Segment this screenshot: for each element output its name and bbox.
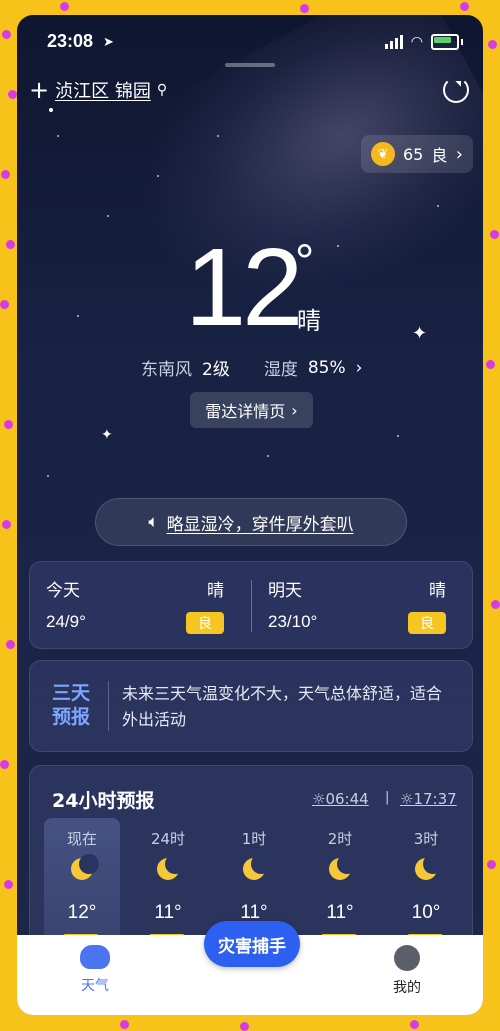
chevron-right-icon: › — [291, 400, 298, 420]
hour-label: 3时 — [413, 830, 439, 848]
day-condition: 晴 — [207, 581, 224, 601]
sparkle-icon: ✦ — [101, 427, 113, 443]
refresh-icon[interactable] — [443, 77, 469, 103]
aqi-badge: 良 — [186, 612, 224, 634]
radar-detail-label: 雷达详情页 — [205, 402, 286, 421]
hour-label: 24时 — [150, 830, 186, 848]
location-name[interactable]: 浈江区 锦园 — [55, 77, 151, 103]
hour-temp: 10° — [411, 902, 441, 923]
three-day-tag: 三天预报 — [52, 682, 91, 728]
location-pin-icon: ⚲ — [156, 82, 168, 98]
add-city-icon[interactable]: + — [29, 78, 49, 102]
speaker-icon: 🔈︎ — [148, 512, 159, 532]
tab-weather[interactable]: 天气 — [55, 945, 135, 995]
current-condition: 晴 — [297, 307, 321, 335]
weather-tip-text: 略显湿冷，穿件厚外套叭 — [166, 514, 354, 535]
avatar-icon — [394, 945, 420, 971]
tab-mine[interactable]: 我的 — [367, 945, 447, 997]
day-condition: 晴 — [429, 581, 446, 601]
hour-temp: 12° — [67, 902, 97, 923]
day-label: 今天 — [46, 581, 80, 601]
aqi-button[interactable]: ❦ 65 良 › — [361, 135, 473, 173]
battery-tip — [461, 38, 463, 45]
aqi-value: 65 — [403, 144, 424, 164]
bottom-tab-bar: 天气 灾害捕手 我的 — [17, 921, 483, 1015]
tab-weather-label: 天气 — [81, 978, 109, 994]
status-time: 23:08 — [47, 31, 94, 51]
day-temp-range: 23/10° — [268, 612, 318, 631]
drag-handle[interactable] — [225, 63, 275, 67]
tab-mine-label: 我的 — [393, 980, 421, 996]
aqi-badge: 良 — [408, 612, 446, 634]
hour-temp: 11° — [326, 902, 354, 923]
sunrise-time: ☼06:44 — [312, 790, 369, 808]
today-tomorrow-card[interactable]: 今天 晴 24/9° 良 明天 晴 23/10° 良 — [29, 561, 473, 649]
moon-icon — [71, 854, 99, 880]
wifi-icon: ◠ — [410, 33, 423, 49]
location-arrow-icon: ➤ — [103, 34, 114, 49]
humidity-value: 85% — [307, 357, 346, 378]
location-selector[interactable]: + 浈江区 锦园 ⚲ — [29, 77, 167, 103]
today-forecast[interactable]: 今天 晴 24/9° 良 — [30, 562, 240, 650]
sunset-value: 17:37 — [413, 790, 457, 808]
page-indicator-dot — [49, 108, 53, 112]
moon-icon — [415, 854, 443, 880]
three-day-description: 未来三天气温变化不大，天气总体舒适，适合外出活动 — [122, 684, 443, 729]
sunset-time: ☼17:37 — [400, 790, 457, 808]
wind-humidity-row[interactable]: 东南风 2级 湿度 85% › — [141, 355, 363, 381]
status-bar: 23:08 ➤ ◠ — [47, 31, 463, 53]
current-temperature: 12 — [185, 226, 303, 349]
tomorrow-forecast[interactable]: 明天 晴 23/10° 良 — [252, 562, 462, 650]
wind-label: 东南风 — [141, 360, 192, 380]
radar-detail-button[interactable]: 雷达详情页 › — [190, 392, 313, 428]
divider — [108, 681, 109, 731]
degree-symbol: ° — [295, 236, 315, 289]
wind-value: 2级 — [202, 360, 230, 380]
moon-icon — [329, 854, 357, 880]
chevron-right-icon: › — [455, 143, 463, 165]
sunrise-value: 06:44 — [325, 790, 369, 808]
hour-label: 2时 — [327, 830, 353, 848]
battery-icon — [431, 33, 459, 50]
weather-cloud-icon — [80, 945, 110, 969]
humidity-label: 湿度 — [263, 360, 298, 380]
weather-app-screen: ✦ ✦ 23:08 ➤ ◠ + 浈江区 锦园 ⚲ ❦ 65 良 › 12 ° 晴… — [17, 15, 483, 1015]
hour-temp: 11° — [154, 902, 182, 923]
day-temp-range: 24/9° — [46, 612, 86, 631]
moon-icon — [157, 854, 185, 880]
hourly-title: 24小时预报 — [52, 790, 155, 812]
sparkle-icon: ✦ — [412, 323, 428, 344]
hour-label: 1时 — [241, 830, 267, 848]
disaster-catcher-label: 灾害捕手 — [218, 936, 286, 957]
weather-tip-button[interactable]: 🔈︎ 略显湿冷，穿件厚外套叭 — [95, 498, 407, 546]
day-label: 明天 — [268, 581, 302, 601]
separator: | — [385, 790, 390, 805]
signal-icon — [384, 34, 403, 49]
three-day-forecast-card[interactable]: 三天预报 未来三天气温变化不大，天气总体舒适，适合外出活动 — [29, 660, 473, 752]
leaf-icon: ❦ — [371, 142, 395, 166]
chevron-right-icon: › — [355, 357, 363, 378]
moon-icon — [243, 854, 271, 880]
aqi-level: 良 — [431, 146, 448, 165]
hour-label: 现在 — [66, 830, 97, 848]
disaster-catcher-button[interactable]: 灾害捕手 — [204, 921, 300, 967]
